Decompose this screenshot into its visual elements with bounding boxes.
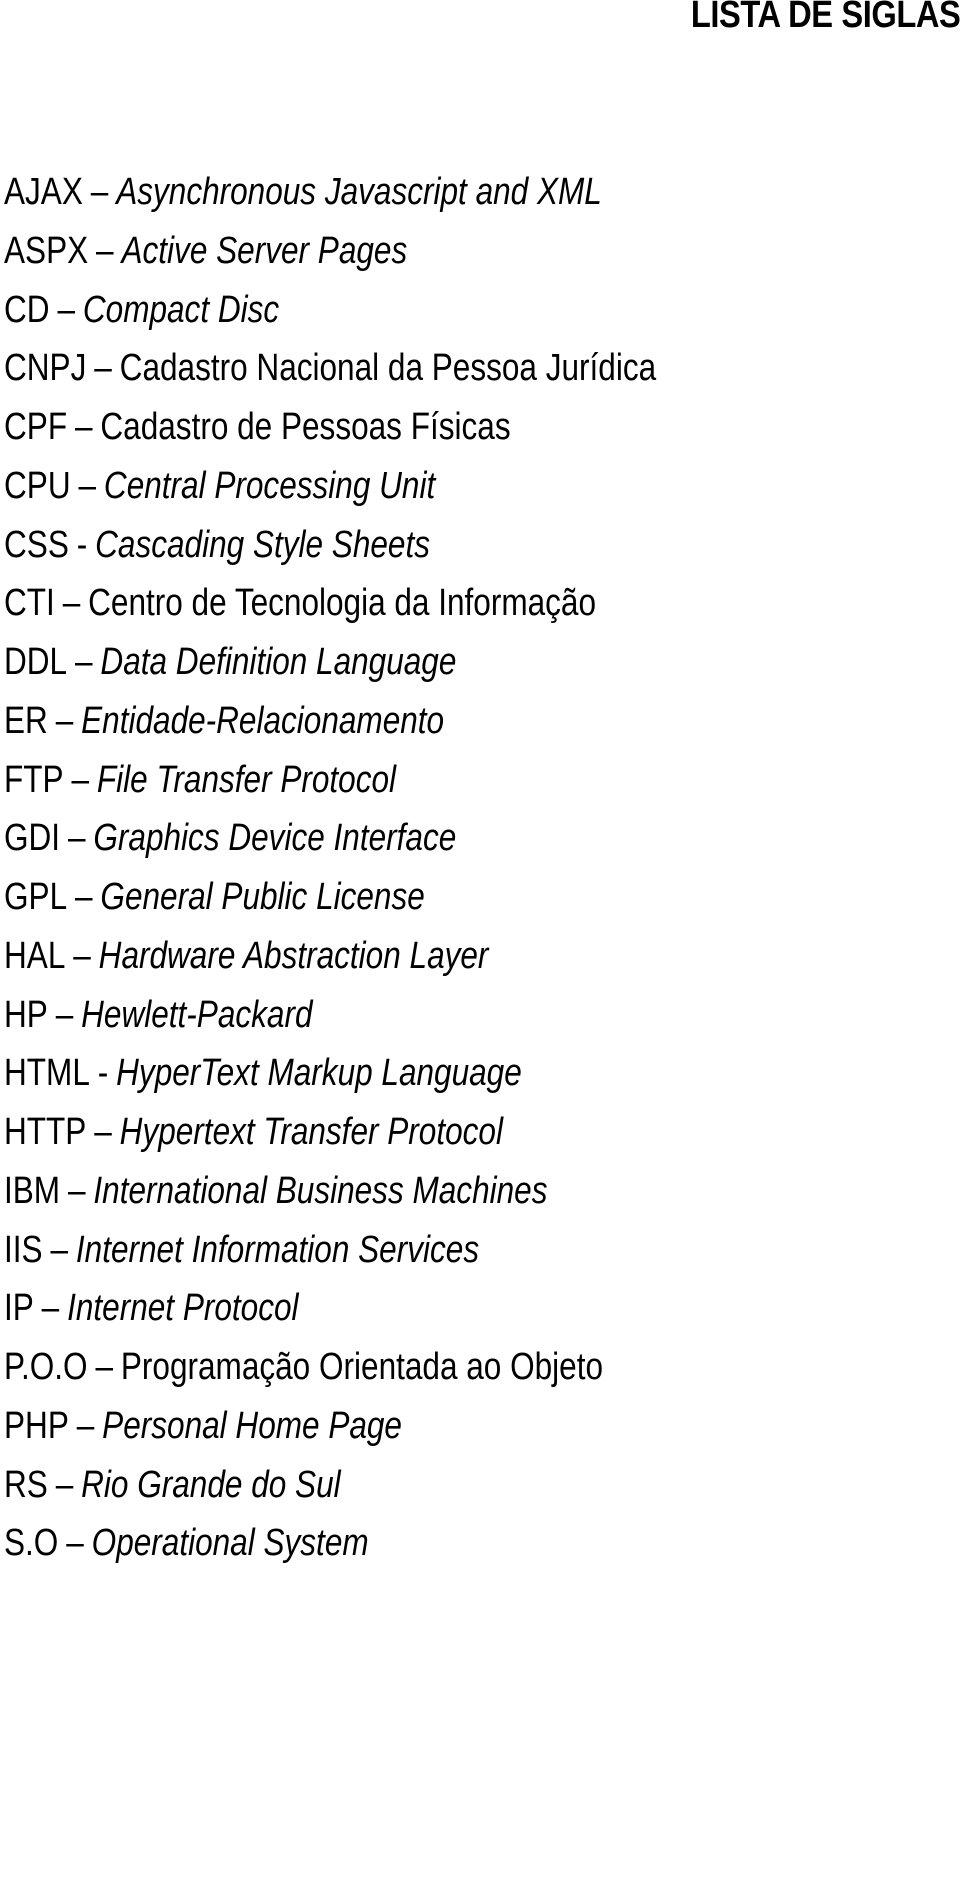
acronym-meaning: Cadastro Nacional da Pessoa Jurídica bbox=[119, 347, 657, 390]
acronym-entry: CTI – Centro de Tecnologia da Informação bbox=[4, 574, 656, 633]
acronym-separator: – bbox=[62, 582, 81, 625]
acronym-meaning: Data Definition Language bbox=[100, 641, 457, 683]
acronym-separator: – bbox=[55, 699, 74, 742]
acronym-abbreviation: S.O bbox=[4, 1522, 59, 1565]
acronym-meaning: HyperText Markup Language bbox=[116, 1052, 522, 1095]
acronym-separator: – bbox=[74, 641, 93, 683]
acronym-abbreviation: P.O.O bbox=[4, 1346, 88, 1388]
acronym-entry: HTTP – Hypertext Transfer Protocol bbox=[4, 1103, 656, 1162]
acronym-meaning: Cascading Style Sheets bbox=[95, 523, 430, 566]
acronym-separator: – bbox=[50, 1228, 69, 1271]
acronym-separator: - bbox=[97, 1052, 109, 1095]
acronym-meaning: Personal Home Page bbox=[102, 1404, 402, 1447]
acronym-abbreviation: RS bbox=[4, 1463, 48, 1506]
acronym-entry: CPF – Cadastro de Pessoas Físicas bbox=[4, 398, 656, 457]
acronym-entry: CPU – Central Processing Unit bbox=[4, 457, 656, 516]
acronym-separator: – bbox=[75, 876, 93, 918]
acronym-abbreviation: IBM bbox=[4, 1169, 61, 1212]
acronym-entry: HTML - HyperText Markup Language bbox=[4, 1044, 656, 1103]
acronym-meaning: Asynchronous Javascript and XML bbox=[116, 171, 602, 213]
acronym-separator: – bbox=[41, 1287, 60, 1330]
acronym-entry: GPL – General Public License bbox=[4, 868, 656, 927]
acronym-entry: S.O – Operational System bbox=[4, 1514, 656, 1573]
acronym-abbreviation: IP bbox=[4, 1287, 34, 1330]
acronym-meaning: Cadastro de Pessoas Físicas bbox=[100, 406, 511, 448]
acronym-abbreviation: CPU bbox=[4, 464, 71, 507]
acronym-separator: – bbox=[73, 934, 91, 977]
acronym-abbreviation: ER bbox=[4, 699, 48, 742]
page-title: LISTA DE SIGLAS bbox=[690, 0, 960, 36]
acronym-entry: DDL – Data Definition Language bbox=[4, 633, 656, 692]
acronym-meaning: Hewlett-Packard bbox=[81, 993, 313, 1036]
acronym-entry: ER – Entidade-Relacionamento bbox=[4, 692, 656, 751]
acronym-abbreviation: PHP bbox=[4, 1404, 69, 1447]
acronym-entry: GDI – Graphics Device Interface bbox=[4, 809, 656, 868]
acronym-entry: CNPJ – Cadastro Nacional da Pessoa Jurídic… bbox=[4, 339, 656, 398]
acronym-abbreviation: CNPJ bbox=[4, 347, 87, 390]
acronym-meaning: Compact Disc bbox=[82, 288, 280, 331]
acronym-meaning: Graphics Device Interface bbox=[93, 817, 457, 860]
acronym-separator: – bbox=[96, 229, 114, 272]
acronym-separator: – bbox=[94, 1111, 112, 1153]
acronym-meaning: Programação Orientada ao Objeto bbox=[120, 1346, 604, 1388]
acronym-entry: PHP – Personal Home Page bbox=[4, 1397, 656, 1456]
acronym-abbreviation: HP bbox=[4, 993, 48, 1036]
acronym-abbreviation: AJAX bbox=[4, 171, 83, 213]
acronym-entry: ASPX – Active Server Pages bbox=[4, 222, 656, 281]
acronym-meaning: Entidade-Relacionamento bbox=[81, 699, 445, 742]
acronym-separator: – bbox=[71, 758, 90, 801]
acronym-separator: – bbox=[74, 406, 93, 448]
acronym-meaning: File Transfer Protocol bbox=[96, 758, 397, 801]
acronym-abbreviation: CSS bbox=[4, 523, 69, 566]
acronym-entry: FTP – File Transfer Protocol bbox=[4, 751, 656, 810]
acronym-separator: – bbox=[55, 1463, 74, 1506]
acronym-abbreviation: HAL bbox=[4, 934, 66, 977]
acronym-meaning: Central Processing Unit bbox=[103, 464, 436, 507]
acronym-separator: – bbox=[94, 347, 112, 390]
acronym-separator: – bbox=[76, 1404, 95, 1447]
acronym-meaning: Operational System bbox=[91, 1522, 369, 1565]
acronym-entry: IP – Internet Protocol bbox=[4, 1279, 656, 1338]
acronym-abbreviation: ASPX bbox=[4, 229, 89, 272]
acronym-entry: CD – Compact Disc bbox=[4, 281, 656, 340]
acronym-entry: P.O.O – Programação Orientada ao Objeto bbox=[4, 1338, 656, 1397]
acronym-entry: IBM – International Business Machines bbox=[4, 1162, 656, 1221]
acronym-abbreviation: HTML bbox=[4, 1052, 90, 1095]
acronym-meaning: General Public License bbox=[100, 876, 425, 918]
acronym-abbreviation: DDL bbox=[4, 641, 68, 683]
acronym-separator: – bbox=[78, 464, 97, 507]
acronym-separator: - bbox=[76, 523, 88, 566]
acronym-entry: RS – Rio Grande do Sul bbox=[4, 1456, 656, 1515]
acronym-entry: HP – Hewlett-Packard bbox=[4, 986, 656, 1045]
acronym-meaning: Hypertext Transfer Protocol bbox=[119, 1111, 503, 1153]
acronym-abbreviation: FTP bbox=[4, 758, 64, 801]
acronym-separator: – bbox=[66, 1522, 84, 1565]
acronym-separator: – bbox=[67, 1169, 86, 1212]
acronym-abbreviation: HTTP bbox=[4, 1111, 87, 1153]
acronym-entry: CSS - Cascading Style Sheets bbox=[4, 516, 656, 575]
acronym-entry: HAL – Hardware Abstraction Layer bbox=[4, 927, 656, 986]
acronym-entry: IIS – Internet Information Services bbox=[4, 1221, 656, 1280]
acronym-list: AJAX – Asynchronous Javascript and XML ASPX… bbox=[4, 163, 790, 1573]
acronym-meaning: Internet Information Services bbox=[75, 1228, 480, 1271]
acronym-meaning: Active Server Pages bbox=[121, 229, 408, 272]
acronym-abbreviation: GPL bbox=[4, 876, 68, 918]
acronym-abbreviation: IIS bbox=[4, 1228, 43, 1271]
acronym-separator: – bbox=[55, 993, 74, 1036]
acronym-meaning: Hardware Abstraction Layer bbox=[98, 934, 489, 977]
acronym-abbreviation: CTI bbox=[4, 582, 55, 625]
acronym-meaning: Rio Grande do Sul bbox=[81, 1463, 341, 1506]
acronym-separator: – bbox=[95, 1346, 114, 1388]
acronym-meaning: Internet Protocol bbox=[67, 1287, 299, 1330]
acronym-entry: AJAX – Asynchronous Javascript and XML bbox=[4, 163, 656, 222]
acronym-separator: – bbox=[67, 817, 86, 860]
acronym-separator: – bbox=[90, 171, 109, 213]
acronym-abbreviation: CD bbox=[4, 288, 50, 331]
acronym-meaning: International Business Machines bbox=[93, 1169, 548, 1212]
acronym-meaning: Centro de Tecnologia da Informação bbox=[88, 582, 597, 625]
acronym-abbreviation: CPF bbox=[4, 406, 68, 448]
acronym-separator: – bbox=[57, 288, 75, 331]
acronym-abbreviation: GDI bbox=[4, 817, 61, 860]
